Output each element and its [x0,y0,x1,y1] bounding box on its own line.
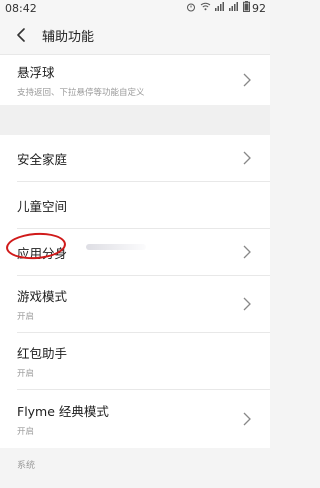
app-clone-item[interactable]: 应用分身 [0,229,270,275]
red-packet-item[interactable]: 红包助手 开启 [0,333,270,389]
signal-icon [215,2,225,14]
floating-ball-item[interactable]: 悬浮球 支持返回、下拉悬停等功能自定义 [0,55,270,105]
chevron-right-icon [243,297,251,311]
chevron-right-icon [243,245,251,259]
red-packet-status: 开启 [17,369,35,379]
battery-icon [243,1,250,15]
floating-ball-section: 悬浮球 支持返回、下拉悬停等功能自定义 [0,54,270,105]
page-title: 辅助功能 [42,29,95,45]
flyme-classic-status: 开启 [17,427,35,437]
floating-ball-subtitle: 支持返回、下拉悬停等功能自定义 [17,88,145,98]
status-bar: 08:42 92 [0,0,270,16]
section-label-system: 系统 [0,448,270,488]
security-family-title: 安全家庭 [17,151,68,167]
top-bar: 辅助功能 [0,16,270,54]
battery-level: 92 [252,1,266,15]
blurred-text [86,244,146,250]
status-icons: 92 [186,1,266,15]
security-family-item[interactable]: 安全家庭 [0,135,270,181]
game-mode-item[interactable]: 游戏模式 开启 [0,276,270,332]
flyme-classic-item[interactable]: Flyme 经典模式 开启 [0,390,270,448]
signal-icon [229,2,239,14]
flyme-classic-title: Flyme 经典模式 [17,404,109,419]
alarm-icon [186,2,196,15]
battery-indicator: 92 [243,1,266,15]
kids-space-title: 儿童空间 [17,198,68,214]
back-arrow-icon[interactable] [12,26,30,44]
game-mode-status: 开启 [17,312,35,322]
chevron-right-icon [243,151,251,165]
game-mode-title: 游戏模式 [17,289,68,304]
chevron-right-icon [243,412,251,426]
kids-space-item[interactable]: 儿童空间 [0,182,270,228]
red-packet-title: 红包助手 [17,346,68,361]
features-section: 安全家庭 儿童空间 应用分身 游戏模式 开启 红包助手 开启 Flyme 经典模… [0,135,270,448]
floating-ball-title: 悬浮球 [17,65,55,80]
chevron-right-icon [243,73,251,87]
wifi-icon [200,2,211,14]
section-gap [0,105,270,135]
status-time: 08:42 [5,1,37,15]
